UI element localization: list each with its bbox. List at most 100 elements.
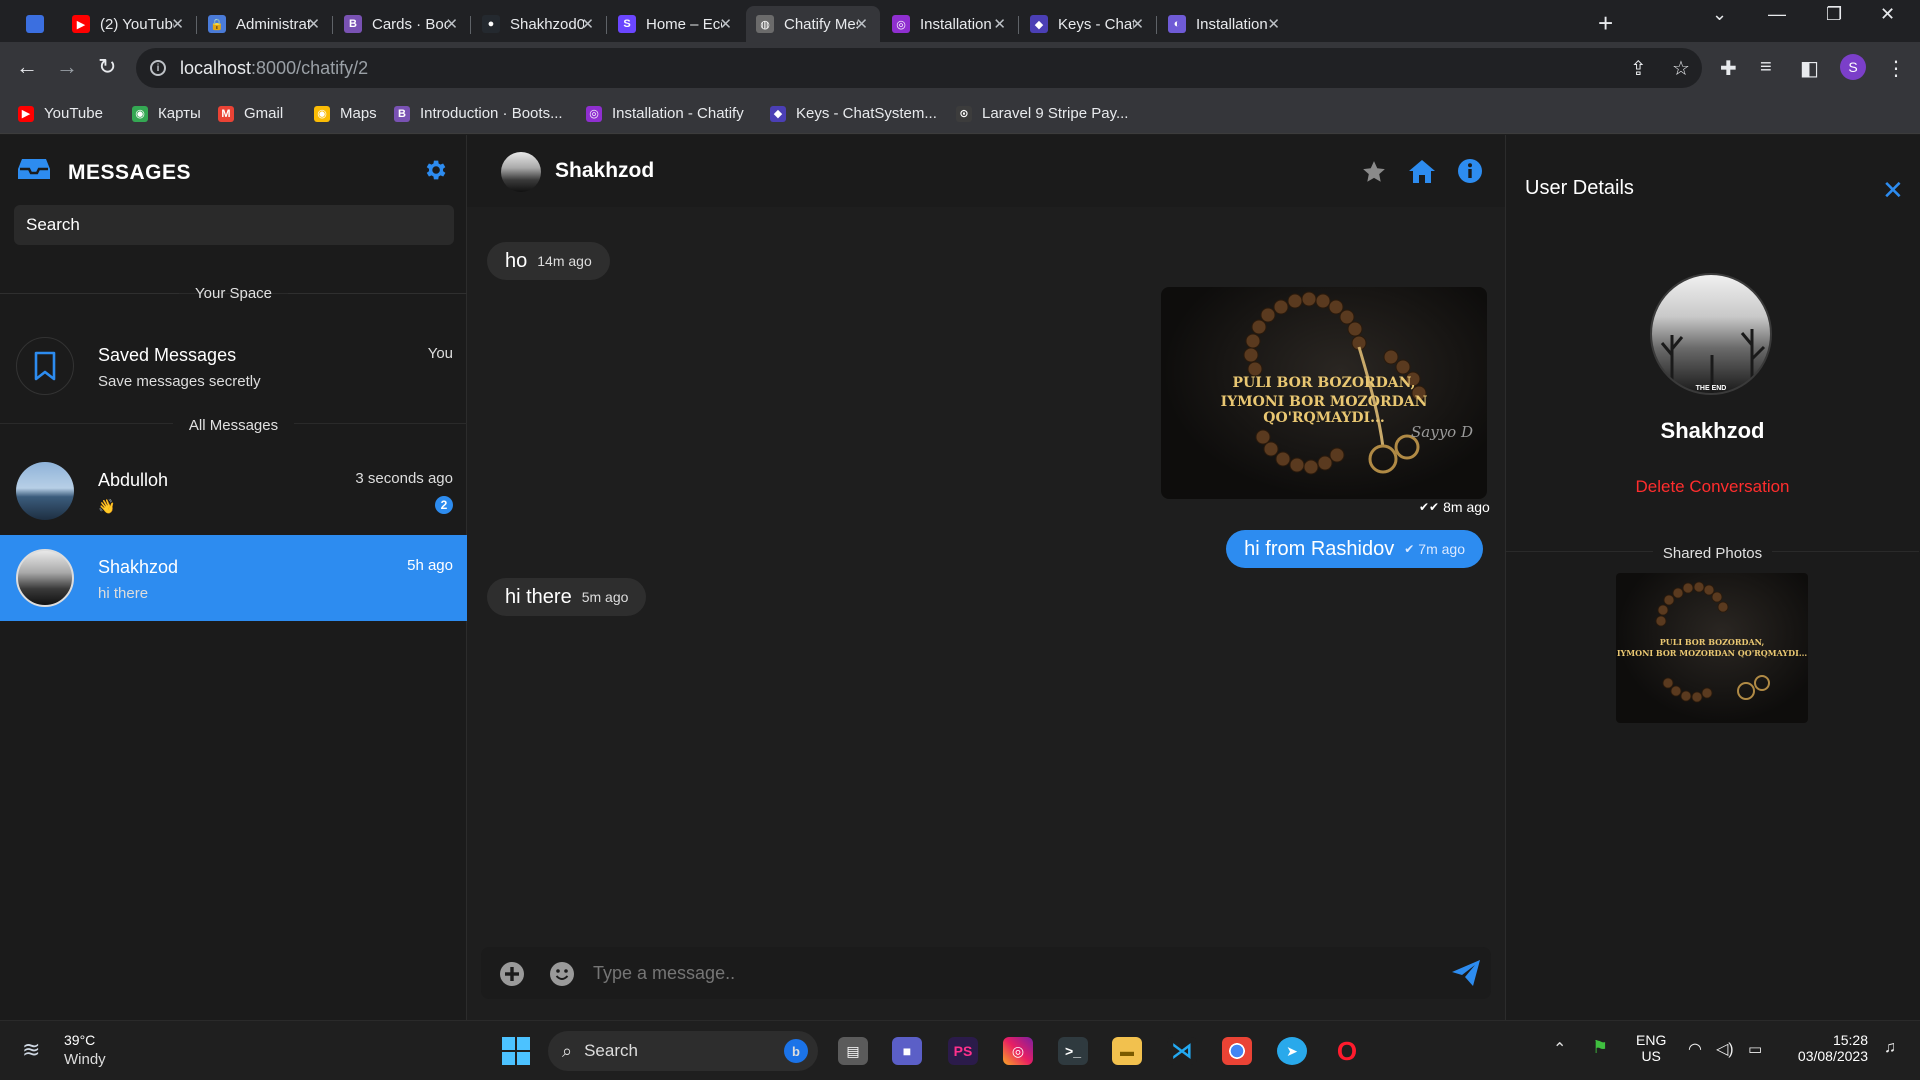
tab-favicon-icon: S: [618, 15, 636, 33]
bookmark-item[interactable]: ⊙ Laravel 9 Stripe Pay...: [956, 105, 1128, 122]
settings-gear-icon[interactable]: [422, 157, 448, 183]
bookmark-item[interactable]: ▶ YouTube: [18, 105, 103, 122]
file-explorer-icon[interactable]: ▬: [1112, 1037, 1142, 1065]
send-icon[interactable]: [1451, 959, 1481, 987]
language-indicator[interactable]: ENG US: [1636, 1032, 1666, 1064]
task-view-icon[interactable]: ▤: [838, 1037, 868, 1065]
phpstorm-icon[interactable]: PS: [948, 1037, 978, 1065]
tab-title: Chatify Messe: [784, 15, 858, 33]
notification-bell-icon[interactable]: ♫: [1884, 1039, 1896, 1057]
browser-tab[interactable]: ▶ (2) YouTube ✕: [62, 6, 196, 42]
bookmark-favicon-icon: ◉: [314, 105, 330, 122]
clock[interactable]: 15:28 03/08/2023: [1786, 1032, 1868, 1064]
restore-icon[interactable]: ❐: [1826, 4, 1842, 25]
tab-close-icon[interactable]: ✕: [993, 15, 1006, 33]
info-icon[interactable]: [1457, 158, 1483, 184]
sidebar-title: MESSAGES: [68, 161, 192, 184]
tab-close-icon[interactable]: ✕: [307, 15, 320, 33]
site-info-icon[interactable]: i: [150, 60, 166, 76]
message-image-attachment[interactable]: PULI BOR BOZORDAN, IYMONI BOR MOZORDAN Q…: [1161, 287, 1487, 499]
tab-close-icon[interactable]: ✕: [171, 15, 184, 33]
windows-start-icon[interactable]: [501, 1036, 531, 1066]
tab-search-chevron-icon[interactable]: ⌄: [1712, 4, 1727, 25]
telegram-icon[interactable]: ➤: [1277, 1037, 1307, 1065]
browser-tab[interactable]: B Cards · Boots✕: [334, 6, 470, 42]
share-icon[interactable]: ⇪: [1630, 56, 1647, 81]
tab-close-icon[interactable]: ✕: [1267, 15, 1280, 33]
browser-tab[interactable]: [16, 6, 56, 42]
tab-close-icon[interactable]: ✕: [855, 15, 868, 33]
flag-icon[interactable]: ⚑: [1592, 1037, 1608, 1058]
messenger-sidebar: MESSAGES Search Your Space Saved Message…: [0, 135, 468, 1020]
browser-tab[interactable]: ◐ Installation | L✕: [1158, 6, 1292, 42]
bookmark-item[interactable]: M Gmail: [218, 105, 283, 122]
browser-tab[interactable]: ◎ Installation - ✕: [882, 6, 1018, 42]
side-panel-icon[interactable]: ◧: [1800, 56, 1819, 81]
opera-icon[interactable]: O: [1332, 1036, 1362, 1066]
taskbar-search-box[interactable]: ⌕ Search b: [548, 1031, 818, 1071]
menu-kebab-icon[interactable]: ⋮: [1886, 56, 1906, 81]
contact-item-shakhzod[interactable]: Shakhzod hi there 5h ago: [0, 535, 467, 621]
tab-favicon-icon: 🔒: [208, 15, 226, 33]
browser-tab[interactable]: 🔒 Administratio✕: [198, 6, 332, 42]
media-controls-icon[interactable]: ≡: [1760, 56, 1772, 79]
saved-messages-item[interactable]: Saved Messages Save messages secretly Yo…: [0, 323, 467, 409]
terminal-icon[interactable]: >_: [1058, 1037, 1088, 1065]
teams-chat-icon[interactable]: ■: [892, 1037, 922, 1065]
bookmark-label: Installation - Chatify: [612, 105, 744, 122]
bookmark-favicon-icon: B: [394, 105, 410, 122]
wifi-icon[interactable]: ◠: [1688, 1039, 1702, 1059]
vscode-icon[interactable]: ⋊: [1167, 1037, 1197, 1065]
browser-tab[interactable]: ◍ Chatify Messe✕: [746, 6, 880, 42]
reload-icon[interactable]: ↻: [98, 54, 116, 80]
battery-icon[interactable]: ▭: [1748, 1040, 1762, 1058]
delete-conversation-button[interactable]: Delete Conversation: [1506, 477, 1919, 497]
windows-taskbar: ≋ 39°C Windy ⌕ Search b ▤ ■ PS ◎ >_ ▬ ⋊ …: [0, 1020, 1920, 1080]
browser-tab[interactable]: S Home – Econ✕: [608, 6, 744, 42]
bookmark-favicon-icon: ◆: [770, 105, 786, 122]
close-icon[interactable]: ✕: [1882, 175, 1904, 206]
favorite-star-icon[interactable]: [1361, 159, 1387, 185]
your-space-label: Your Space: [195, 285, 273, 302]
browser-tab[interactable]: ● Shakhzod030✕: [472, 6, 606, 42]
bookmark-item[interactable]: ◉ Карты: [132, 105, 201, 122]
saved-messages-avatar: [16, 337, 74, 395]
forward-icon[interactable]: →: [56, 54, 78, 80]
bookmark-item[interactable]: ◎ Installation - Chatify: [586, 105, 744, 122]
saved-messages-meta: You: [427, 345, 453, 362]
close-window-icon[interactable]: ✕: [1880, 4, 1895, 25]
weather-desc[interactable]: Windy: [64, 1051, 106, 1068]
tab-close-icon[interactable]: ✕: [445, 15, 458, 33]
bing-icon[interactable]: b: [784, 1039, 808, 1063]
tab-close-icon[interactable]: ✕: [1131, 15, 1144, 33]
back-icon[interactable]: ←: [16, 54, 38, 80]
chrome-icon[interactable]: [1222, 1037, 1252, 1065]
volume-icon[interactable]: ◁): [1716, 1039, 1734, 1059]
tab-close-icon[interactable]: ✕: [719, 15, 732, 33]
bookmark-item[interactable]: ◆ Keys - ChatSystem...: [770, 105, 937, 122]
show-hidden-icons-chevron-icon[interactable]: ⌃: [1553, 1039, 1566, 1059]
contact-item-abdulloh[interactable]: Abdulloh 👋 3 seconds ago 2: [0, 448, 467, 534]
browser-tab[interactable]: ◆ Keys - ChatSy✕: [1020, 6, 1156, 42]
bookmark-star-icon[interactable]: ☆: [1672, 56, 1690, 81]
instagram-icon[interactable]: ◎: [1003, 1037, 1033, 1065]
tab-close-icon[interactable]: ✕: [581, 15, 594, 33]
bookmark-item[interactable]: ◉ Maps: [314, 105, 377, 122]
bookmark-item[interactable]: B Introduction · Boots...: [394, 105, 563, 122]
saved-messages-title: Saved Messages: [98, 345, 237, 365]
minimize-icon[interactable]: —: [1768, 4, 1786, 25]
bookmark-favicon-icon: ⊙: [956, 105, 972, 122]
extensions-icon[interactable]: ✚: [1720, 56, 1737, 81]
profile-avatar[interactable]: S: [1840, 54, 1866, 80]
avatar-caption: THE END: [1695, 385, 1727, 392]
home-icon[interactable]: [1408, 158, 1436, 184]
emoji-icon[interactable]: [549, 961, 575, 987]
message-input[interactable]: [593, 955, 1413, 991]
new-tab-icon[interactable]: +: [1598, 8, 1613, 39]
attach-plus-icon[interactable]: [499, 961, 525, 987]
address-bar[interactable]: i localhost:8000/chatify/2: [136, 48, 1702, 88]
shared-photo-thumbnail[interactable]: PULI BOR BOZORDAN, IYMONI BOR MOZORDAN Q…: [1616, 573, 1808, 723]
image-caption-line2: IYMONI BOR MOZORDAN QO'RQMAYDI...: [1220, 394, 1428, 426]
weather-temp[interactable]: 39°C: [64, 1032, 95, 1048]
contact-search-input[interactable]: Search: [14, 205, 454, 245]
